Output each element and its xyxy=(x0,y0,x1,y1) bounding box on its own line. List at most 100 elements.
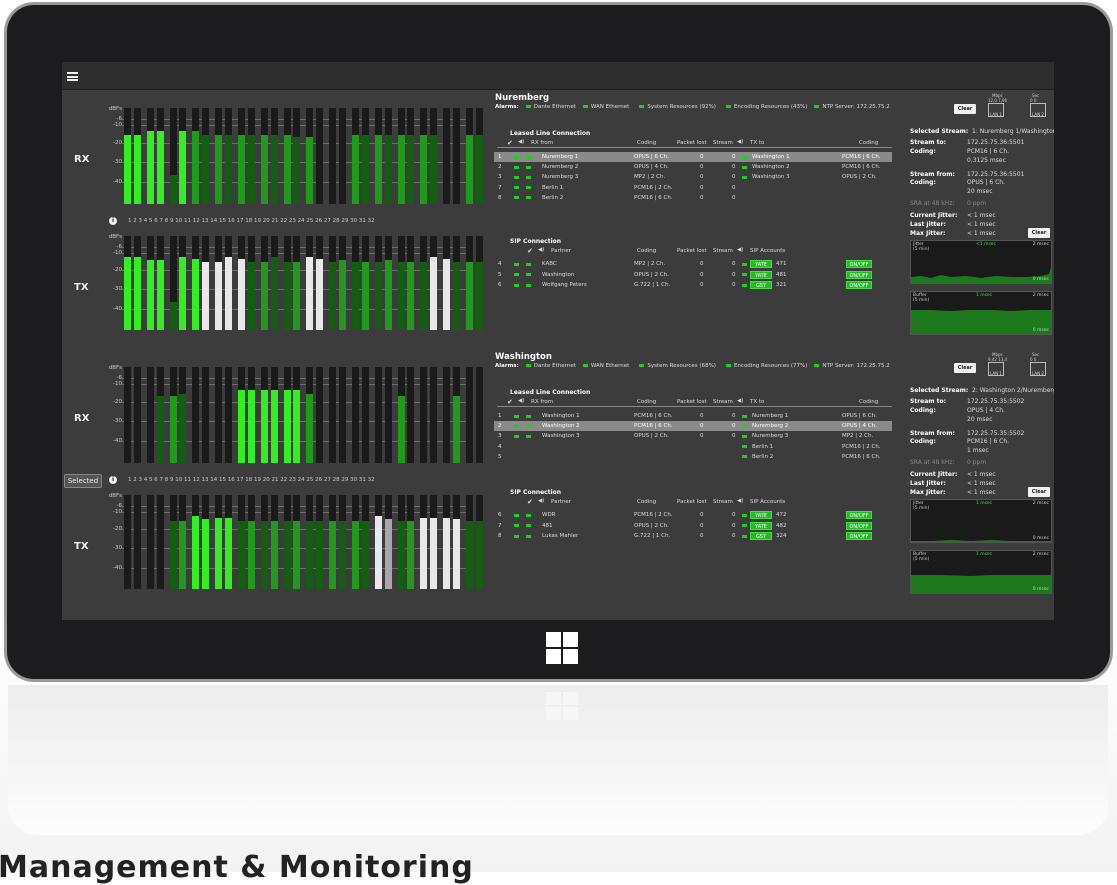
channel-level xyxy=(361,521,369,589)
packet-lost: 0 xyxy=(700,164,704,171)
leased-row[interactable]: 8 Berlin 2 PCM16 | 6 Ch. 0 0 xyxy=(494,193,892,203)
on-off-button[interactable]: ON/OFF xyxy=(846,532,872,541)
leased-row[interactable]: 3 Nuremberg 3 MP2 | 2 Ch. 0 0 Washington 3 OPU… xyxy=(494,172,892,182)
channel-meter xyxy=(407,495,415,589)
audio-led xyxy=(526,424,531,428)
tx-coding: OPUS | 4 Ch. xyxy=(842,423,877,430)
leased-row[interactable]: 4 Berlin 1 PCM16 | 2 Ch. xyxy=(494,442,892,452)
sip-row[interactable]: 8 Lukas Mahler G.722 | 1 Ch. 0 0 GST 324 ON/OFF xyxy=(494,531,892,541)
alarm-led xyxy=(525,105,531,108)
leased-row[interactable]: 2 Nuremberg 2 OPUS | 4 Ch. 0 0 Washington 2 PC… xyxy=(494,162,892,172)
max: < 1 msec xyxy=(967,230,996,237)
cur: < 1 msec xyxy=(967,212,996,219)
channel-meter xyxy=(146,236,154,330)
channel-level xyxy=(420,517,428,589)
lan2-icon[interactable]: LAN 2 xyxy=(1030,362,1046,376)
channel-meter xyxy=(316,495,324,589)
clear-jitter-button[interactable]: Clear xyxy=(1028,487,1050,497)
alarms-label: Alarms: xyxy=(495,104,519,110)
leased-row[interactable]: 5 Berlin 2 PCM16 | 6 Ch. xyxy=(494,452,892,462)
leased-row[interactable]: 3 Washington 3 OPUS | 2 Ch. 0 0 Nuremberg 3 MP… xyxy=(494,431,892,441)
windows-logo-icon[interactable] xyxy=(546,632,578,664)
buffer-graph-min: 0 msec xyxy=(1032,587,1049,592)
sip-account-tag[interactable]: YATE xyxy=(750,521,772,530)
sip-number: 321 xyxy=(776,282,787,289)
scale-label: -40 xyxy=(113,564,122,571)
sip-account-tag[interactable]: YATE xyxy=(750,260,772,268)
on-off-button[interactable]: ON/OFF xyxy=(846,281,872,290)
channel-meter xyxy=(247,367,255,463)
channel-meter xyxy=(361,495,369,589)
rx-coding: MP2 | 2 Ch. xyxy=(634,174,666,181)
lan2-icon[interactable]: LAN 2 xyxy=(1030,103,1046,117)
tx-to: Nuremberg 1 xyxy=(752,413,789,419)
channel-meter xyxy=(352,367,359,463)
channel-level xyxy=(260,134,268,204)
channel-meter xyxy=(339,367,346,463)
channel-level xyxy=(169,395,177,463)
on-off-button[interactable]: ON/OFF xyxy=(846,260,872,268)
channel-level xyxy=(225,256,232,330)
alarm-led xyxy=(814,364,820,367)
stream-to-label: Stream to: xyxy=(910,398,946,405)
sip-account-tag[interactable]: YATE xyxy=(750,270,772,279)
row-number: 3 xyxy=(498,433,502,440)
hamburger-menu-icon[interactable] xyxy=(67,72,78,81)
on-off-button[interactable]: ON/OFF xyxy=(846,270,872,279)
check-icon: ✔ xyxy=(507,139,513,147)
channel-level xyxy=(453,262,460,330)
sip-row[interactable]: 5 Washington OPUS | 2 Ch. 0 0 YATE 481 ON/OFF xyxy=(494,270,892,280)
sip-row[interactable]: 6 WDR PCM16 | 2 Ch. 0 0 YATE 472 ON/OFF xyxy=(494,510,892,520)
audio-led xyxy=(526,262,531,266)
channel-meter xyxy=(179,367,187,463)
status-led xyxy=(514,165,519,169)
sip-account-tag[interactable]: GST xyxy=(750,532,772,541)
on-off-button[interactable]: ON/OFF xyxy=(846,521,872,530)
leased-row[interactable]: 1 Nuremberg 1 OPUS | 6 Ch. 0 0 Washington 1 PC… xyxy=(494,152,892,162)
rx-coding: PCM16 | 6 Ch. xyxy=(634,194,673,201)
app-screen: RX dBFs -6 -10 -20 -30 -40 TX dBFs -6 -10 -20 -30 -40… xyxy=(62,62,1054,620)
status-led xyxy=(514,414,519,418)
on-off-button[interactable]: ON/OFF xyxy=(846,511,872,519)
clear-jitter-button[interactable]: Clear xyxy=(1028,228,1050,238)
station-panel-1: RX dBFs -6 -10 -20 -30 -40 TX dBFs -6 -10 -20 -30 -40… xyxy=(62,349,1054,607)
sip-account-tag[interactable]: YATE xyxy=(750,511,772,519)
sip-row[interactable]: 6 Wolfgang Peters G.722 | 1 Ch. 0 0 GST 321 ON/… xyxy=(494,280,892,290)
packet-lost: 0 xyxy=(700,271,704,278)
channel-meter xyxy=(329,108,337,204)
page-caption: Management & Monitoring xyxy=(0,850,474,885)
tx-to: Nuremberg 2 xyxy=(752,423,789,430)
channel-meter xyxy=(247,495,255,589)
tx-led xyxy=(742,445,747,449)
channel-meter xyxy=(443,236,451,330)
jitter-graph-current: 1 msec xyxy=(976,501,993,506)
selected-button[interactable]: Selected xyxy=(64,474,102,488)
row-number: 1 xyxy=(498,413,502,419)
audio-led xyxy=(526,165,531,169)
lan1-icon[interactable]: LAN 1 xyxy=(988,362,1004,376)
scale-label: -10 xyxy=(113,381,122,388)
channel-level xyxy=(374,515,382,589)
speaker-icon: ◀) xyxy=(737,398,744,404)
channel-meter xyxy=(352,236,359,330)
leased-row[interactable]: 2 Washington 2 PCM16 | 6 Ch. 0 0 Nuremberg 2 O… xyxy=(494,421,892,432)
channel-meter xyxy=(293,495,301,589)
stream-from: 172.25.75.36:5501 xyxy=(967,171,1025,178)
leased-row[interactable]: 1 Washington 1 PCM16 | 6 Ch. 0 0 Nuremberg 1 O… xyxy=(494,411,892,421)
channel-meter xyxy=(169,367,177,463)
coding-from: OPUS | 6 Ch. xyxy=(967,179,1006,186)
sip-row[interactable]: 7 481 OPUS | 2 Ch. 0 0 YATE 482 ON/OFF xyxy=(494,521,892,531)
info-icon[interactable]: i xyxy=(109,217,117,225)
clear-alarms-button[interactable]: Clear xyxy=(954,363,976,373)
info-icon[interactable]: i xyxy=(109,476,117,484)
header-sip-accounts: SIP Accounts xyxy=(750,248,786,254)
sip-row[interactable]: 4 KABC MP2 | 2 Ch. 0 0 YATE 471 ON/OFF xyxy=(494,259,892,269)
leased-row[interactable]: 7 Berlin 1 PCM16 | 2 Ch. 0 0 xyxy=(494,183,892,193)
max-label: Max Jitter: xyxy=(910,489,946,496)
coding-from: PCM16 | 6 Ch. xyxy=(967,438,1010,445)
lan1-icon[interactable]: LAN 1 xyxy=(988,103,1004,117)
channel-meter xyxy=(430,108,438,204)
clear-alarms-button[interactable]: Clear xyxy=(954,104,976,114)
sip-account-tag[interactable]: GST xyxy=(750,281,772,290)
sip-number: 324 xyxy=(776,533,787,540)
